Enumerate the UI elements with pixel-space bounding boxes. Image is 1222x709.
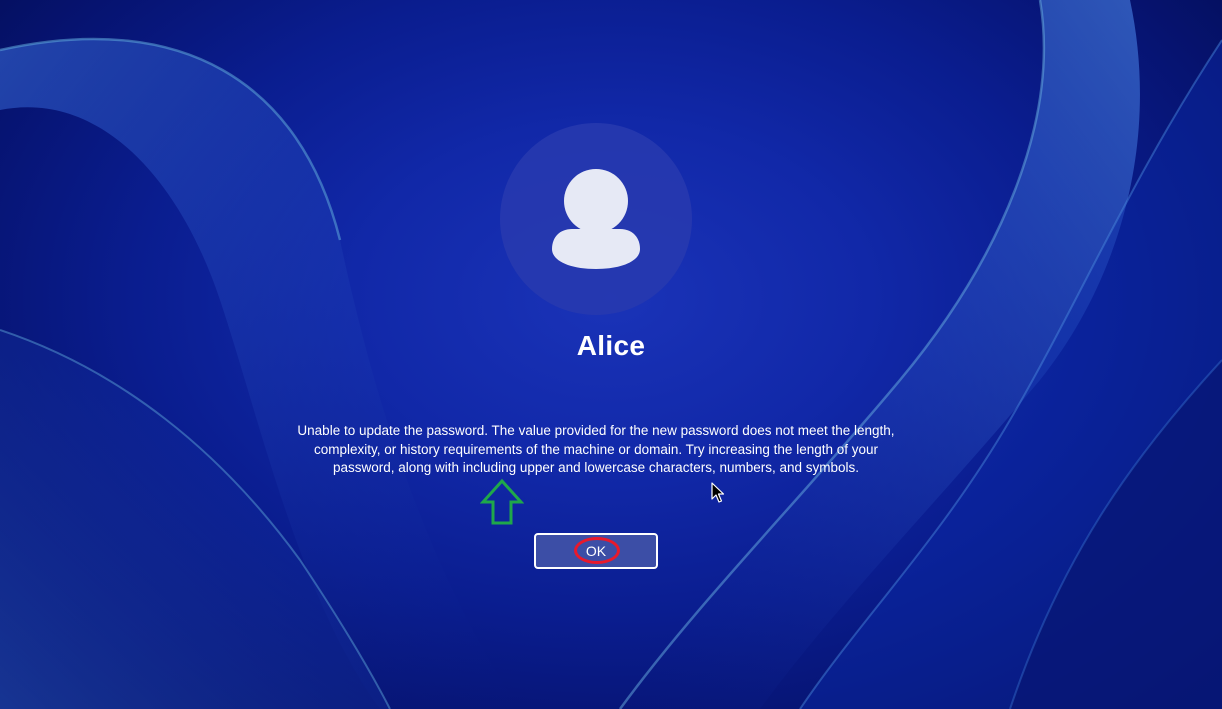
user-name: Alice	[576, 330, 646, 361]
mouse-cursor-icon	[711, 482, 725, 503]
up-arrow-icon	[480, 478, 524, 525]
lock-screen: Alice Unable to update the password. The…	[0, 0, 1222, 709]
user-silhouette-icon	[552, 169, 640, 269]
user-avatar	[500, 123, 692, 315]
ok-button-label: OK	[585, 543, 607, 559]
error-message: Unable to update the password. The value…	[297, 423, 895, 475]
ok-button[interactable]: OK	[534, 533, 658, 569]
